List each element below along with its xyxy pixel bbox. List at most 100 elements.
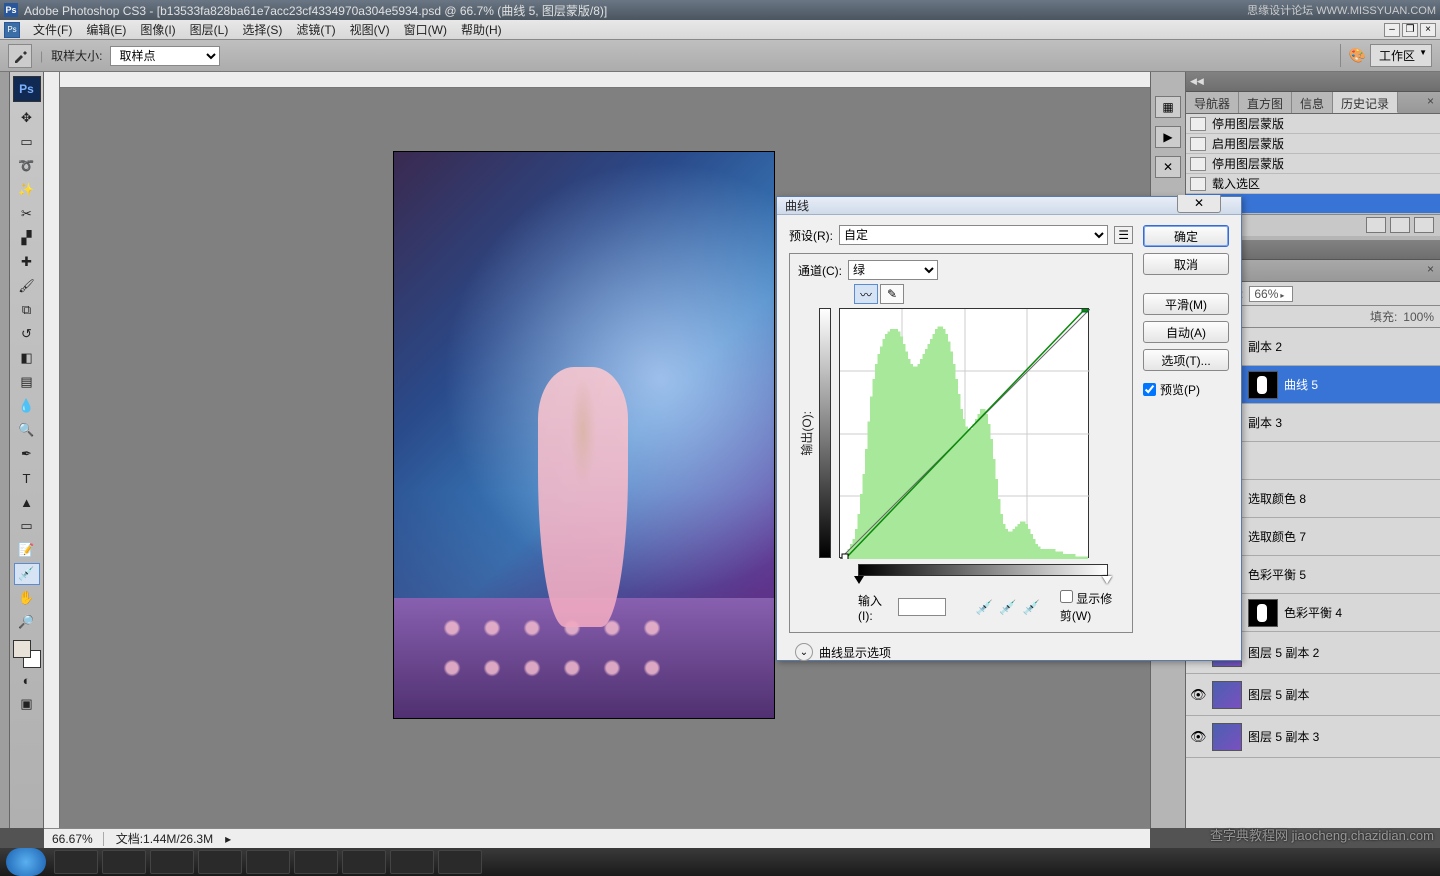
wand-tool[interactable]: ✨: [14, 179, 40, 201]
layer-name[interactable]: 选取颜色 7: [1248, 528, 1436, 545]
show-clipping-checkbox[interactable]: [1060, 590, 1073, 603]
layer-name[interactable]: 色彩平衡 5: [1248, 566, 1436, 583]
layer-name[interactable]: 图层 5 副本: [1248, 686, 1436, 703]
taskbar-item[interactable]: [390, 850, 434, 874]
taskbar-item[interactable]: [54, 850, 98, 874]
layer-name[interactable]: 副本 2: [1248, 338, 1436, 355]
menu-layer[interactable]: 图层(L): [183, 19, 236, 40]
color-swatch[interactable]: [13, 640, 41, 668]
tab-histogram[interactable]: 直方图: [1239, 92, 1292, 113]
screenmode-tool[interactable]: ▣: [14, 693, 40, 715]
status-menu-icon[interactable]: ▸: [225, 832, 231, 846]
blur-tool[interactable]: 💧: [14, 395, 40, 417]
menu-file[interactable]: 文件(F): [26, 19, 79, 40]
pen-tool[interactable]: ✒: [14, 443, 40, 465]
curve-point-tool[interactable]: 〰: [854, 284, 878, 304]
doc-minimize-button[interactable]: –: [1384, 23, 1400, 37]
black-dropper-icon[interactable]: 💉: [976, 599, 993, 616]
history-item[interactable]: 停用图层蒙版: [1212, 115, 1284, 132]
white-point-slider[interactable]: [1102, 576, 1112, 584]
type-tool[interactable]: T: [14, 467, 40, 489]
taskbar-item[interactable]: [150, 850, 194, 874]
channel-select[interactable]: 绿: [848, 260, 938, 280]
layer-name[interactable]: 副本: [1212, 452, 1436, 469]
tab-navigator[interactable]: 导航器: [1186, 92, 1239, 113]
dialog-close-button[interactable]: ✕: [1177, 195, 1221, 213]
move-tool[interactable]: ✥: [14, 107, 40, 129]
dock-tools-icon[interactable]: ✕: [1155, 156, 1181, 178]
zoom-tool[interactable]: 🔎: [14, 611, 40, 633]
taskbar-item[interactable]: [102, 850, 146, 874]
slice-tool[interactable]: ▞: [14, 227, 40, 249]
black-point-slider[interactable]: [854, 576, 864, 584]
fill-value[interactable]: 100%: [1403, 310, 1434, 324]
panel-close-icon[interactable]: ×: [1421, 260, 1440, 281]
taskbar-item[interactable]: [294, 850, 338, 874]
gradient-tool[interactable]: ▤: [14, 371, 40, 393]
taskbar-item[interactable]: [438, 850, 482, 874]
visibility-icon[interactable]: 👁: [1190, 687, 1206, 703]
menu-filter[interactable]: 滤镜(T): [289, 19, 342, 40]
history-brush-tool[interactable]: ↺: [14, 323, 40, 345]
dialog-titlebar[interactable]: 曲线: [777, 197, 1241, 215]
input-value[interactable]: [898, 598, 946, 616]
dock-play-icon[interactable]: ▶: [1155, 126, 1181, 148]
doc-close-button[interactable]: ×: [1420, 23, 1436, 37]
curve-draw-tool[interactable]: ✎: [880, 284, 904, 304]
workspace-dropdown[interactable]: 工作区: [1370, 44, 1432, 67]
zoom-level[interactable]: 66.67%: [52, 832, 104, 846]
eyedropper-icon[interactable]: [8, 44, 32, 68]
eyedropper-tool[interactable]: 💉: [14, 563, 40, 585]
history-item[interactable]: 启用图层蒙版: [1212, 135, 1284, 152]
marquee-tool[interactable]: ▭: [14, 131, 40, 153]
layer-name[interactable]: 色彩平衡 4: [1284, 604, 1436, 621]
stamp-tool[interactable]: ⧉: [14, 299, 40, 321]
document-image[interactable]: [394, 152, 774, 718]
shape-tool[interactable]: ▭: [14, 515, 40, 537]
options-button[interactable]: 选项(T)...: [1143, 349, 1229, 371]
notes-tool[interactable]: 📝: [14, 539, 40, 561]
menu-image[interactable]: 图像(I): [133, 19, 182, 40]
auto-button[interactable]: 自动(A): [1143, 321, 1229, 343]
layer-name[interactable]: 图层 5 副本 3: [1248, 728, 1436, 745]
eraser-tool[interactable]: ◧: [14, 347, 40, 369]
left-dock-strip[interactable]: [0, 72, 10, 828]
menu-edit[interactable]: 编辑(E): [79, 19, 133, 40]
smooth-button[interactable]: 平滑(M): [1143, 293, 1229, 315]
doc-restore-button[interactable]: ❐: [1402, 23, 1418, 37]
ruler-vertical[interactable]: [44, 72, 60, 828]
start-button[interactable]: [6, 848, 46, 876]
history-item[interactable]: 载入选区: [1212, 175, 1260, 192]
path-select-tool[interactable]: ▲: [14, 491, 40, 513]
heal-tool[interactable]: ✚: [14, 251, 40, 273]
layer-row[interactable]: 👁 图层 5 副本 3: [1186, 716, 1440, 758]
menu-view[interactable]: 视图(V): [343, 19, 397, 40]
quickmask-tool[interactable]: ◐: [14, 669, 40, 691]
history-trash-button[interactable]: [1414, 217, 1434, 233]
lasso-tool[interactable]: ➰: [14, 155, 40, 177]
input-gradient[interactable]: [858, 564, 1108, 576]
ok-button[interactable]: 确定: [1143, 225, 1229, 247]
menu-select[interactable]: 选择(S): [235, 19, 289, 40]
crop-tool[interactable]: ✂: [14, 203, 40, 225]
opacity-value[interactable]: 66%: [1249, 286, 1293, 302]
layer-row[interactable]: 👁 图层 5 副本: [1186, 674, 1440, 716]
dock-grid-icon[interactable]: ▦: [1155, 96, 1181, 118]
preset-menu-icon[interactable]: ☰: [1114, 226, 1133, 244]
layer-name[interactable]: 图层 5 副本 2: [1248, 644, 1436, 661]
ruler-horizontal[interactable]: [60, 72, 1150, 88]
layer-name[interactable]: 选取颜色 8: [1248, 490, 1436, 507]
preset-select[interactable]: 自定: [839, 225, 1108, 245]
layer-name[interactable]: 曲线 5: [1284, 376, 1436, 393]
white-dropper-icon[interactable]: 💉: [1022, 599, 1039, 616]
brush-tool[interactable]: 🖌: [14, 275, 40, 297]
visibility-icon[interactable]: 👁: [1190, 729, 1206, 745]
expand-options-icon[interactable]: ⌄: [795, 643, 813, 661]
history-item[interactable]: 停用图层蒙版: [1212, 155, 1284, 172]
palette-icon[interactable]: 🎨: [1349, 47, 1366, 64]
taskbar-item[interactable]: [342, 850, 386, 874]
history-snapshot-button[interactable]: [1366, 217, 1386, 233]
menu-help[interactable]: 帮助(H): [454, 19, 509, 40]
tab-info[interactable]: 信息: [1292, 92, 1333, 113]
preview-checkbox[interactable]: [1143, 383, 1156, 396]
